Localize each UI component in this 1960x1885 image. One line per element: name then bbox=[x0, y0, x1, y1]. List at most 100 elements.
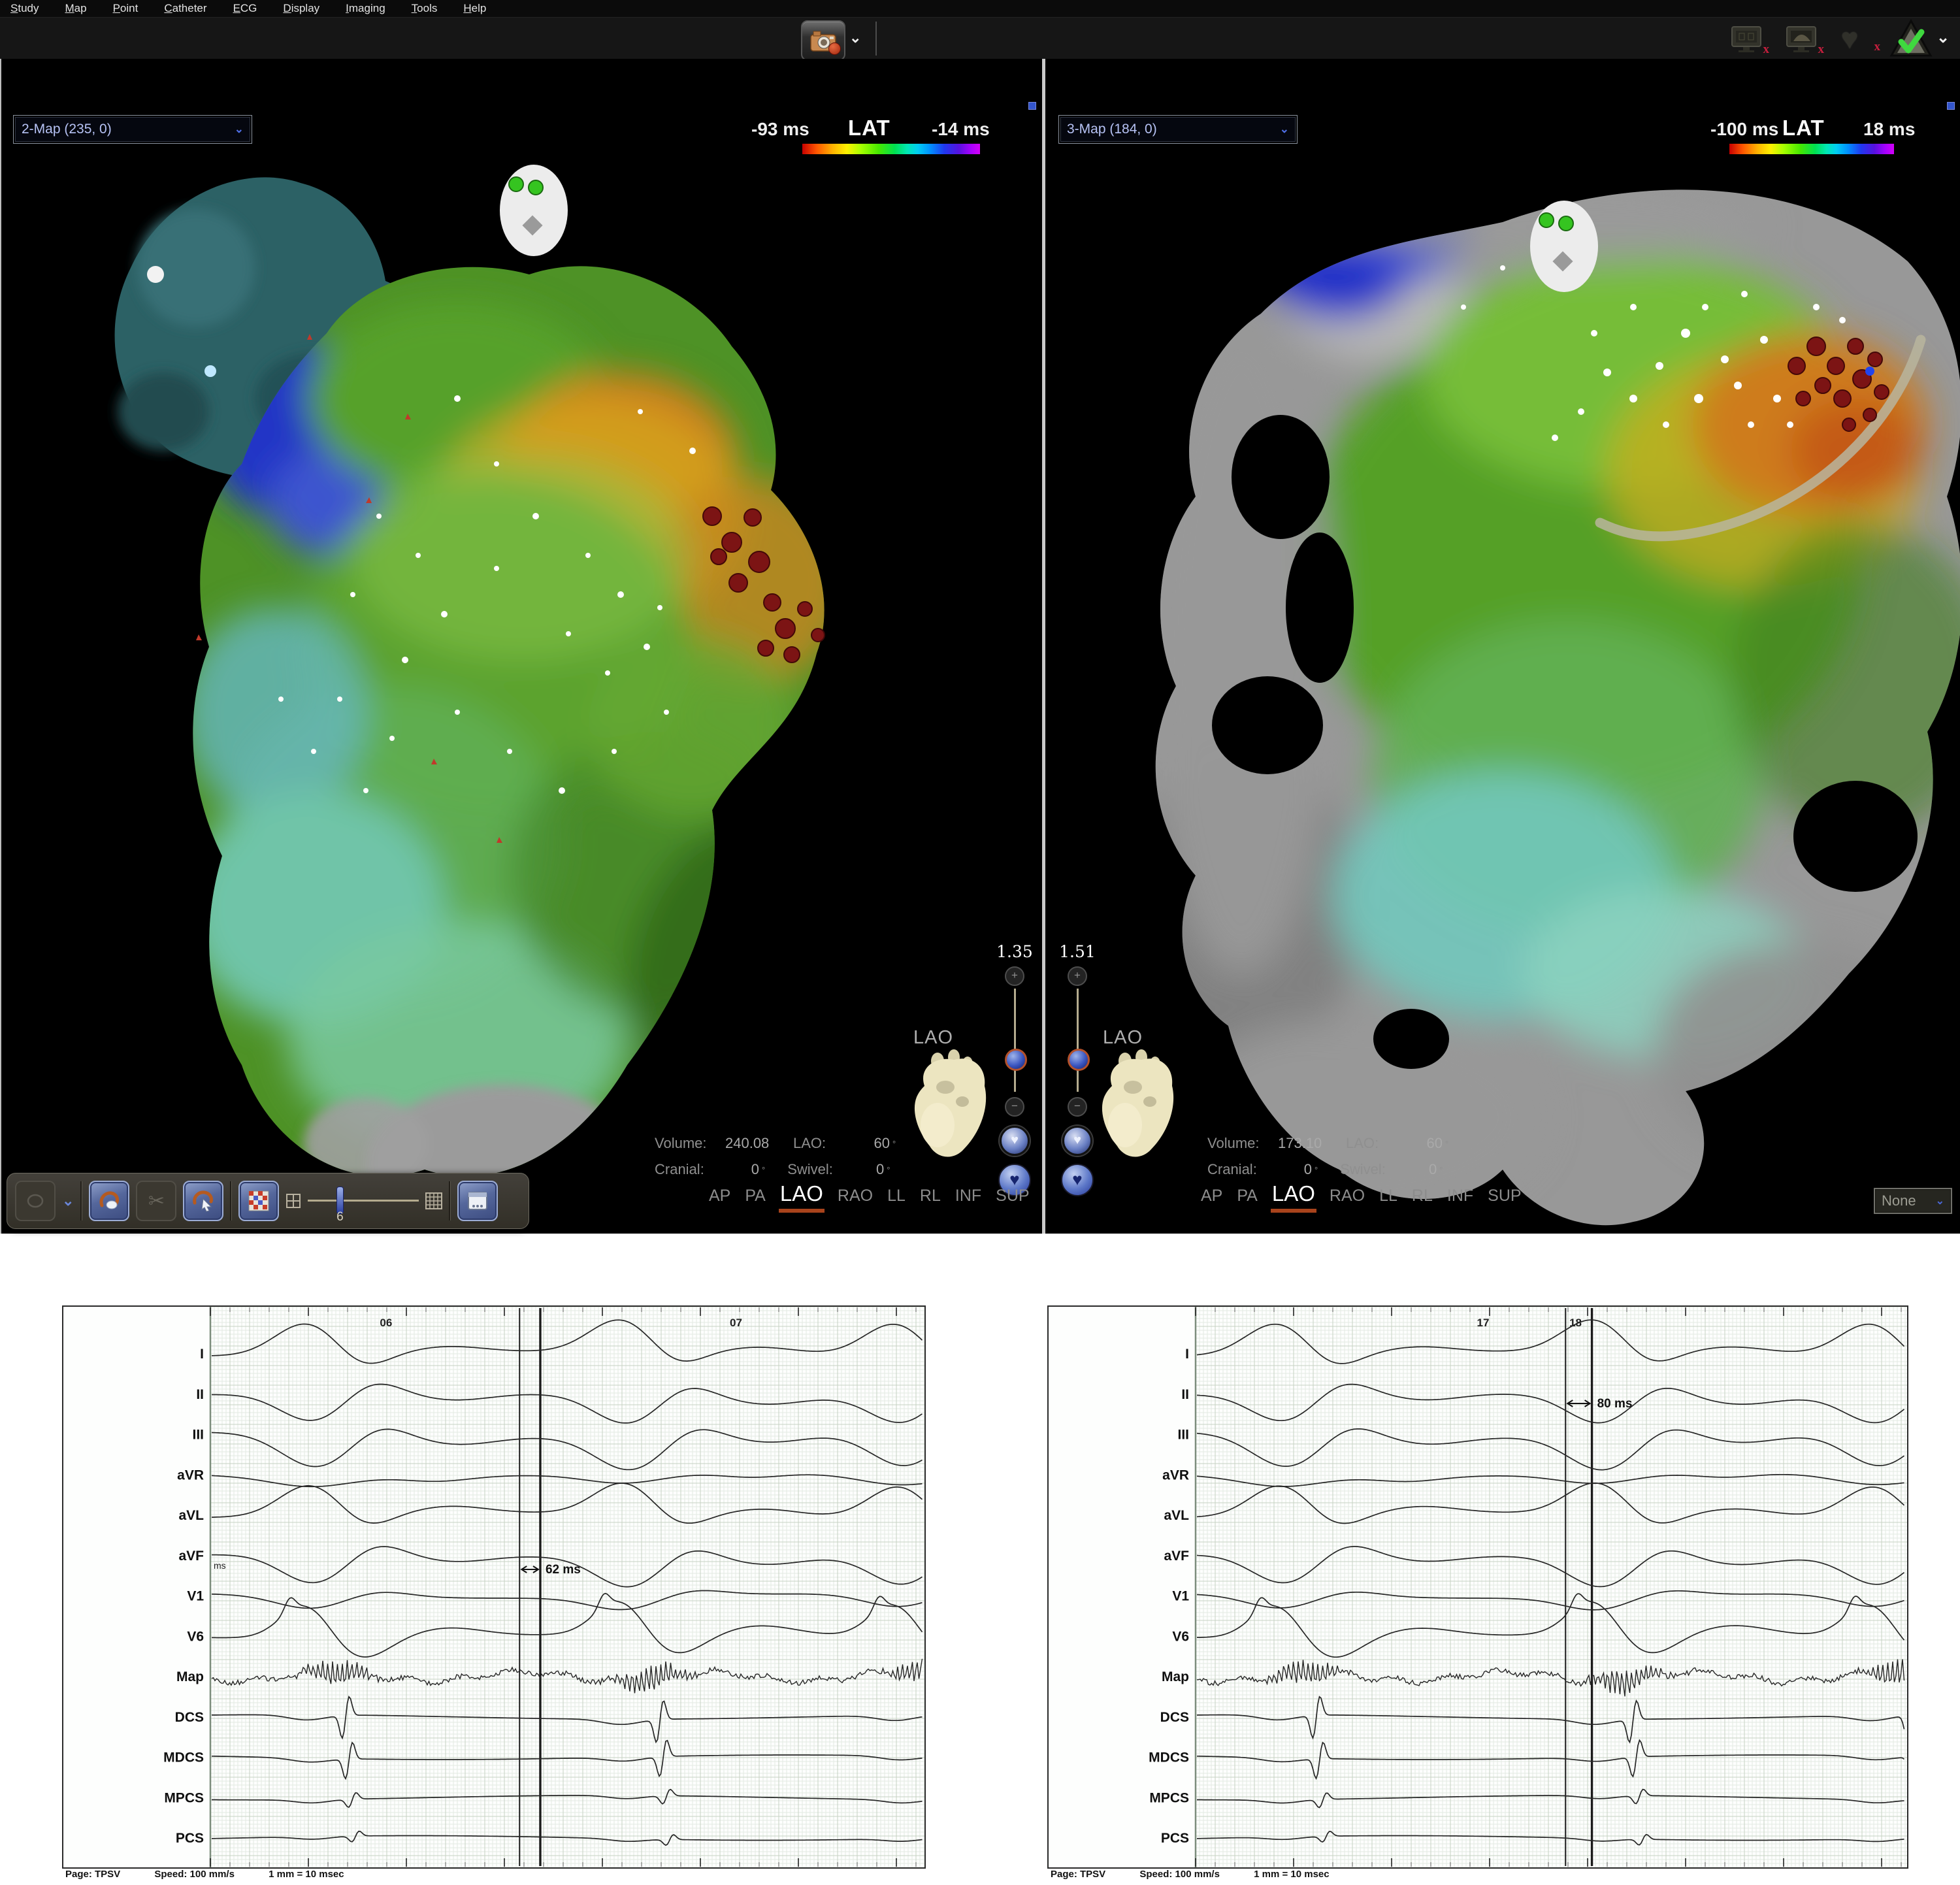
zoom-in-button[interactable]: + bbox=[1068, 966, 1087, 986]
head-orientation-icon bbox=[500, 165, 568, 256]
disconnected-x: x bbox=[1763, 42, 1770, 57]
coarse-grid-icon bbox=[286, 1193, 301, 1209]
swivel-label: Swivel: bbox=[787, 1161, 850, 1178]
orient-button-rl[interactable]: RL bbox=[920, 1187, 941, 1205]
lat-color-scale[interactable] bbox=[1729, 144, 1894, 154]
orient-button-rl[interactable]: RL bbox=[1412, 1187, 1433, 1205]
orient-button-sup[interactable]: SUP bbox=[1488, 1187, 1521, 1205]
svg-text:06: 06 bbox=[380, 1317, 392, 1329]
center-map-button[interactable]: ♥ bbox=[1061, 1164, 1094, 1196]
orient-button-sup[interactable]: SUP bbox=[996, 1187, 1029, 1205]
svg-text:MDCS: MDCS bbox=[163, 1750, 204, 1765]
volume-label: Volume: bbox=[655, 1135, 725, 1152]
svg-text:Map: Map bbox=[176, 1669, 204, 1684]
slider-track[interactable] bbox=[308, 1200, 419, 1202]
scale-max-label: -14 ms bbox=[932, 119, 990, 140]
zoom-in-button[interactable]: + bbox=[1005, 966, 1024, 986]
map-selector-right[interactable]: 3-Map (184, 0) ⌄ bbox=[1058, 115, 1298, 144]
ecg-panel-right[interactable]: 171880 msIIIIIIaVRaVLaVFV1V6MapDCSMDCSMP… bbox=[1047, 1305, 1908, 1869]
orient-button-ll[interactable]: LL bbox=[887, 1187, 906, 1205]
svg-text:I: I bbox=[1185, 1347, 1189, 1362]
menu-catheter[interactable]: Catheter bbox=[164, 2, 206, 15]
zoom-thumb[interactable] bbox=[1005, 1049, 1027, 1071]
toolbar-divider bbox=[230, 1181, 232, 1221]
orient-button-ll[interactable]: LL bbox=[1379, 1187, 1397, 1205]
menu-tools[interactable]: Tools bbox=[412, 2, 438, 15]
ultrasound-monitor-disconnected-icon[interactable]: x bbox=[1785, 25, 1819, 54]
cranial-label: Cranial: bbox=[655, 1161, 725, 1178]
slider-value: 6 bbox=[333, 1210, 347, 1224]
menu-imaging[interactable]: Imaging bbox=[346, 2, 385, 15]
svg-text:V1: V1 bbox=[1172, 1589, 1189, 1604]
svg-text:aVR: aVR bbox=[177, 1467, 204, 1483]
zoom-out-button[interactable]: − bbox=[1005, 1097, 1024, 1117]
system-check-dropdown-chevron[interactable]: ⌄ bbox=[1936, 28, 1950, 47]
reference-heart-disconnected-icon[interactable]: ♥ x bbox=[1841, 23, 1875, 52]
orient-button-ap[interactable]: AP bbox=[709, 1187, 730, 1205]
viewer-window-button[interactable] bbox=[457, 1181, 498, 1221]
fill-threshold-slider[interactable]: 6 bbox=[308, 1181, 419, 1221]
menu-point[interactable]: Point bbox=[113, 2, 139, 15]
orient-button-ap[interactable]: AP bbox=[1201, 1187, 1222, 1205]
select-tool-chevron[interactable]: ⌄ bbox=[62, 1192, 74, 1209]
orient-button-rao[interactable]: RAO bbox=[838, 1187, 873, 1205]
fill-viewport-button[interactable]: ♥ bbox=[1000, 1126, 1030, 1156]
svg-text:DCS: DCS bbox=[1160, 1710, 1189, 1725]
snapshot-dropdown-chevron[interactable]: ⌄ bbox=[849, 29, 861, 46]
orient-button-lao[interactable]: LAO bbox=[1272, 1181, 1315, 1206]
lao-value: 60 bbox=[856, 1135, 890, 1152]
map-selector-label: 3-Map (184, 0) bbox=[1067, 122, 1157, 137]
xray-monitor-disconnected-icon[interactable]: x bbox=[1730, 25, 1764, 54]
menu-display[interactable]: Display bbox=[283, 2, 319, 15]
zoom-track[interactable] bbox=[1014, 989, 1016, 1092]
overlay-selector[interactable]: None ⌄ bbox=[1874, 1188, 1952, 1214]
zoom-out-button[interactable]: − bbox=[1068, 1097, 1087, 1117]
svg-text:II: II bbox=[1181, 1387, 1189, 1402]
svg-text:III: III bbox=[192, 1428, 204, 1443]
svg-text:80 ms: 80 ms bbox=[1597, 1397, 1633, 1411]
fine-grid-icon bbox=[425, 1192, 442, 1209]
toolbar-divider bbox=[875, 22, 877, 56]
svg-text:MPCS: MPCS bbox=[164, 1790, 204, 1805]
orient-button-pa[interactable]: PA bbox=[745, 1187, 766, 1205]
menu-help[interactable]: Help bbox=[463, 2, 486, 15]
svg-text:aVL: aVL bbox=[178, 1508, 204, 1523]
snapshot-button[interactable] bbox=[801, 20, 845, 61]
point-density-button[interactable] bbox=[238, 1181, 279, 1221]
svg-text:II: II bbox=[196, 1387, 204, 1402]
cut-tool-button[interactable]: ✂ bbox=[136, 1181, 176, 1221]
svg-text:aVF: aVF bbox=[1164, 1549, 1189, 1564]
svg-text:aVR: aVR bbox=[1162, 1467, 1189, 1483]
select-tool-button[interactable] bbox=[15, 1181, 56, 1221]
ecg-page-label: Page: TPSV bbox=[65, 1869, 120, 1880]
orient-button-inf[interactable]: INF bbox=[1447, 1187, 1473, 1205]
map-panel-left[interactable]: 2-Map (235, 0) ⌄ -93 ms LAT -14 ms 1.35 … bbox=[0, 59, 1042, 1234]
heart-orientation-icon[interactable] bbox=[898, 1047, 996, 1168]
cranial-value: 0 bbox=[1278, 1161, 1312, 1178]
volume-label: Volume: bbox=[1207, 1135, 1278, 1152]
orient-button-inf[interactable]: INF bbox=[955, 1187, 981, 1205]
map-panel-right[interactable]: 3-Map (184, 0) ⌄ -100 ms LAT 18 ms 1.51 … bbox=[1045, 59, 1960, 1234]
map-selector-label: 2-Map (235, 0) bbox=[22, 122, 112, 137]
catheter-visibility-button[interactable] bbox=[89, 1181, 129, 1221]
heart-orientation-icon[interactable] bbox=[1086, 1047, 1184, 1168]
menu-ecg[interactable]: ECG bbox=[233, 2, 257, 15]
ecg-scale-label: 1 mm = 10 msec bbox=[269, 1869, 344, 1880]
ecg-footer-left: Page: TPSV Speed: 100 mm/s 1 mm = 10 mse… bbox=[65, 1869, 376, 1880]
lat-color-scale[interactable] bbox=[802, 144, 980, 154]
map-tools-toolbar: ⌄ ✂ bbox=[7, 1173, 529, 1229]
volume-value: 173.10 bbox=[1278, 1135, 1346, 1152]
zoom-track[interactable] bbox=[1077, 989, 1079, 1092]
orient-button-rao[interactable]: RAO bbox=[1330, 1187, 1365, 1205]
point-select-button[interactable] bbox=[183, 1181, 223, 1221]
ecg-panel-left[interactable]: 060762 msIIIIIIaVRaVLaVFV1V6MapDCSMDCSMP… bbox=[62, 1305, 926, 1869]
menu-map[interactable]: Map bbox=[65, 2, 86, 15]
lat-map-3d-left[interactable] bbox=[0, 59, 1042, 1234]
map-selector-left[interactable]: 2-Map (235, 0) ⌄ bbox=[13, 115, 252, 144]
orient-button-lao[interactable]: LAO bbox=[780, 1181, 823, 1206]
heart-icon: ♥ bbox=[1841, 23, 1858, 55]
system-check-button[interactable] bbox=[1889, 19, 1933, 61]
menu-study[interactable]: Study bbox=[10, 2, 39, 15]
orient-button-pa[interactable]: PA bbox=[1237, 1187, 1258, 1205]
menu-bar: Study Map Point Catheter ECG Display Ima… bbox=[0, 0, 1960, 17]
